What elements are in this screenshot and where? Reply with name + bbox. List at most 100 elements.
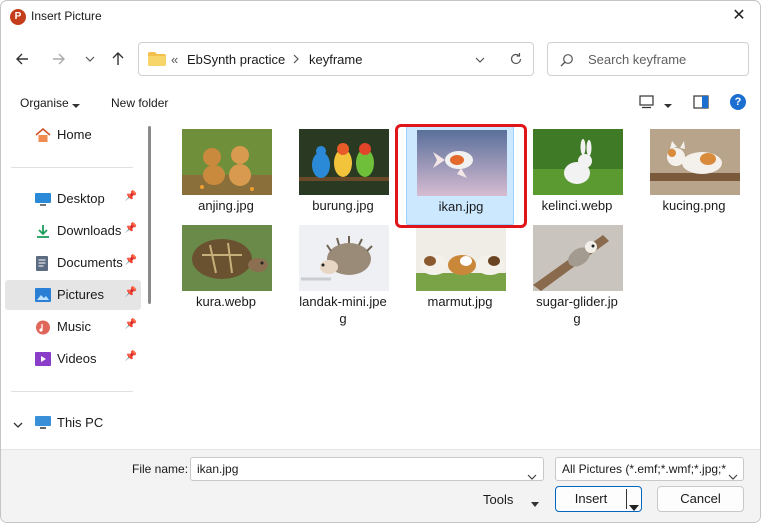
highlight-annotation-box [395, 124, 527, 228]
file-name: sugar-glider.jp g [523, 293, 631, 327]
sidebar-item-label: Home [57, 127, 92, 142]
sidebar-item-desktop[interactable]: Desktop 📌 [5, 184, 141, 214]
sidebar-item-this-pc[interactable]: This PC [5, 408, 141, 438]
split-divider [626, 489, 627, 509]
file-name-dropdown-icon[interactable] [527, 466, 537, 480]
file-item-kucing[interactable]: kucing.png [640, 125, 748, 225]
chevron-right-icon [291, 53, 301, 68]
folder-icon [148, 52, 166, 69]
pin-icon[interactable]: 📌 [125, 191, 137, 202]
address-bar[interactable]: « EbSynth practice keyframe [138, 42, 534, 76]
sidebar-item-label: Videos [57, 351, 97, 366]
breadcrumb-keyframe[interactable]: keyframe [309, 52, 362, 67]
file-name: landak-mini.jpe g [289, 293, 397, 327]
up-arrow-icon[interactable] [104, 45, 132, 73]
insert-picture-dialog: P Insert Picture ✕ « EbSynth practice ke… [0, 0, 761, 523]
file-name-label: File name: [132, 462, 189, 476]
thumbnail-tortoise [182, 225, 272, 291]
file-name: burung.jpg [312, 198, 374, 213]
dialog-footer: File name: ikan.jpg All Pictures (*.emf;… [1, 449, 760, 522]
file-item-sugar-glider[interactable]: sugar-glider.jp g [523, 221, 631, 326]
pin-icon[interactable]: 📌 [125, 319, 137, 330]
help-icon[interactable]: ? [730, 94, 746, 110]
thumbnail-lovebirds [299, 129, 389, 195]
search-box[interactable]: Search keyframe [547, 42, 749, 76]
path-history-chevron-icon[interactable] [474, 54, 486, 68]
sidebar-item-music[interactable]: Music 📌 [5, 312, 141, 342]
file-name-line-2: g [339, 311, 347, 326]
pin-icon[interactable]: 📌 [125, 255, 137, 266]
pin-icon[interactable]: 📌 [125, 351, 137, 362]
documents-icon [35, 256, 51, 271]
sidebar-item-documents[interactable]: Documents 📌 [5, 248, 141, 278]
file-item-kura[interactable]: kura.webp [172, 221, 280, 321]
sidebar-item-label: Music [57, 319, 91, 334]
file-name: kura.webp [196, 294, 256, 309]
title-bar: P Insert Picture ✕ [1, 1, 760, 33]
file-item-anjing[interactable]: anjing.jpg [172, 125, 280, 225]
file-name-input[interactable]: ikan.jpg [197, 462, 238, 476]
cancel-button[interactable]: Cancel [657, 486, 744, 512]
file-name: marmut.jpg [427, 294, 493, 309]
sidebar-item-label: Desktop [57, 191, 105, 206]
file-item-marmut[interactable]: marmut.jpg [406, 221, 514, 321]
back-arrow-icon[interactable] [9, 45, 37, 73]
breadcrumb-ebsynth-practice[interactable]: EbSynth practice [187, 52, 285, 67]
new-folder-button[interactable]: New folder [111, 96, 168, 110]
file-type-dropdown-icon[interactable] [726, 466, 738, 480]
file-item-burung[interactable]: burung.jpg [289, 125, 397, 225]
thumbnail-sugar-glider [533, 225, 623, 291]
file-item-landak-mini[interactable]: landak-mini.jpe g [289, 221, 397, 326]
sidebar-item-pictures[interactable]: Pictures 📌 [5, 280, 141, 310]
path-overflow[interactable]: « [171, 52, 178, 67]
home-icon [35, 127, 51, 142]
thumbnail-puppies [182, 129, 272, 195]
insert-options-dropdown-icon[interactable] [629, 496, 639, 520]
computer-icon [35, 416, 51, 430]
tools-label: Tools [483, 492, 514, 507]
thumbnail-guinea-pigs [416, 225, 506, 291]
view-mode-icon[interactable] [639, 95, 655, 112]
file-name-line-2: g [573, 311, 581, 326]
organise-button[interactable]: Organise [20, 96, 69, 110]
insert-button[interactable]: Insert [556, 487, 626, 511]
thumbnail-rabbit [533, 129, 623, 195]
sidebar-item-label: Downloads [57, 223, 122, 238]
view-dropdown-icon[interactable] [663, 99, 673, 113]
sidebar-scrollbar[interactable] [148, 126, 151, 304]
videos-icon [35, 352, 51, 366]
organise-label: Organise [20, 96, 69, 110]
toolbar: Organise New folder ? [1, 89, 760, 117]
music-icon [35, 320, 51, 335]
refresh-icon[interactable] [509, 52, 523, 69]
organise-dropdown-icon[interactable] [71, 99, 81, 113]
pin-icon[interactable]: 📌 [125, 223, 137, 234]
sidebar-item-home[interactable]: Home [5, 120, 141, 150]
thumbnail-cat [650, 129, 740, 195]
pictures-icon [35, 288, 51, 302]
file-name: anjing.jpg [198, 198, 254, 213]
sidebar-item-videos[interactable]: Videos 📌 [5, 344, 141, 374]
file-type-select[interactable]: All Pictures (*.emf;*.wmf;*.jpg;* [555, 457, 744, 481]
forward-arrow-icon[interactable] [44, 45, 72, 73]
tools-dropdown-icon[interactable] [530, 497, 540, 511]
navigation-pane: Home Desktop 📌 Downloads 📌 Documents 📌 P… [1, 119, 149, 449]
divider [11, 167, 133, 168]
expand-chevron-icon[interactable] [13, 418, 23, 432]
sidebar-item-downloads[interactable]: Downloads 📌 [5, 216, 141, 246]
sidebar-item-label: Pictures [57, 287, 104, 302]
search-input[interactable]: Search keyframe [588, 52, 686, 67]
preview-pane-icon[interactable] [693, 95, 709, 112]
window-title: Insert Picture [31, 9, 102, 23]
file-name-line-1: sugar-glider.jp [536, 294, 618, 309]
file-name-line-1: landak-mini.jpe [299, 294, 387, 309]
recent-locations-chevron-icon[interactable] [76, 45, 104, 73]
pin-icon[interactable]: 📌 [125, 287, 137, 298]
sidebar-item-label: Documents [57, 255, 123, 270]
file-name-combobox[interactable]: ikan.jpg [190, 457, 544, 481]
insert-split-button[interactable]: Insert [555, 486, 642, 512]
file-type-value: All Pictures (*.emf;*.wmf;*.jpg;* [562, 462, 727, 476]
tools-button[interactable]: Tools [483, 492, 513, 507]
close-button[interactable]: ✕ [716, 1, 760, 33]
file-item-kelinci[interactable]: kelinci.webp [523, 125, 631, 225]
